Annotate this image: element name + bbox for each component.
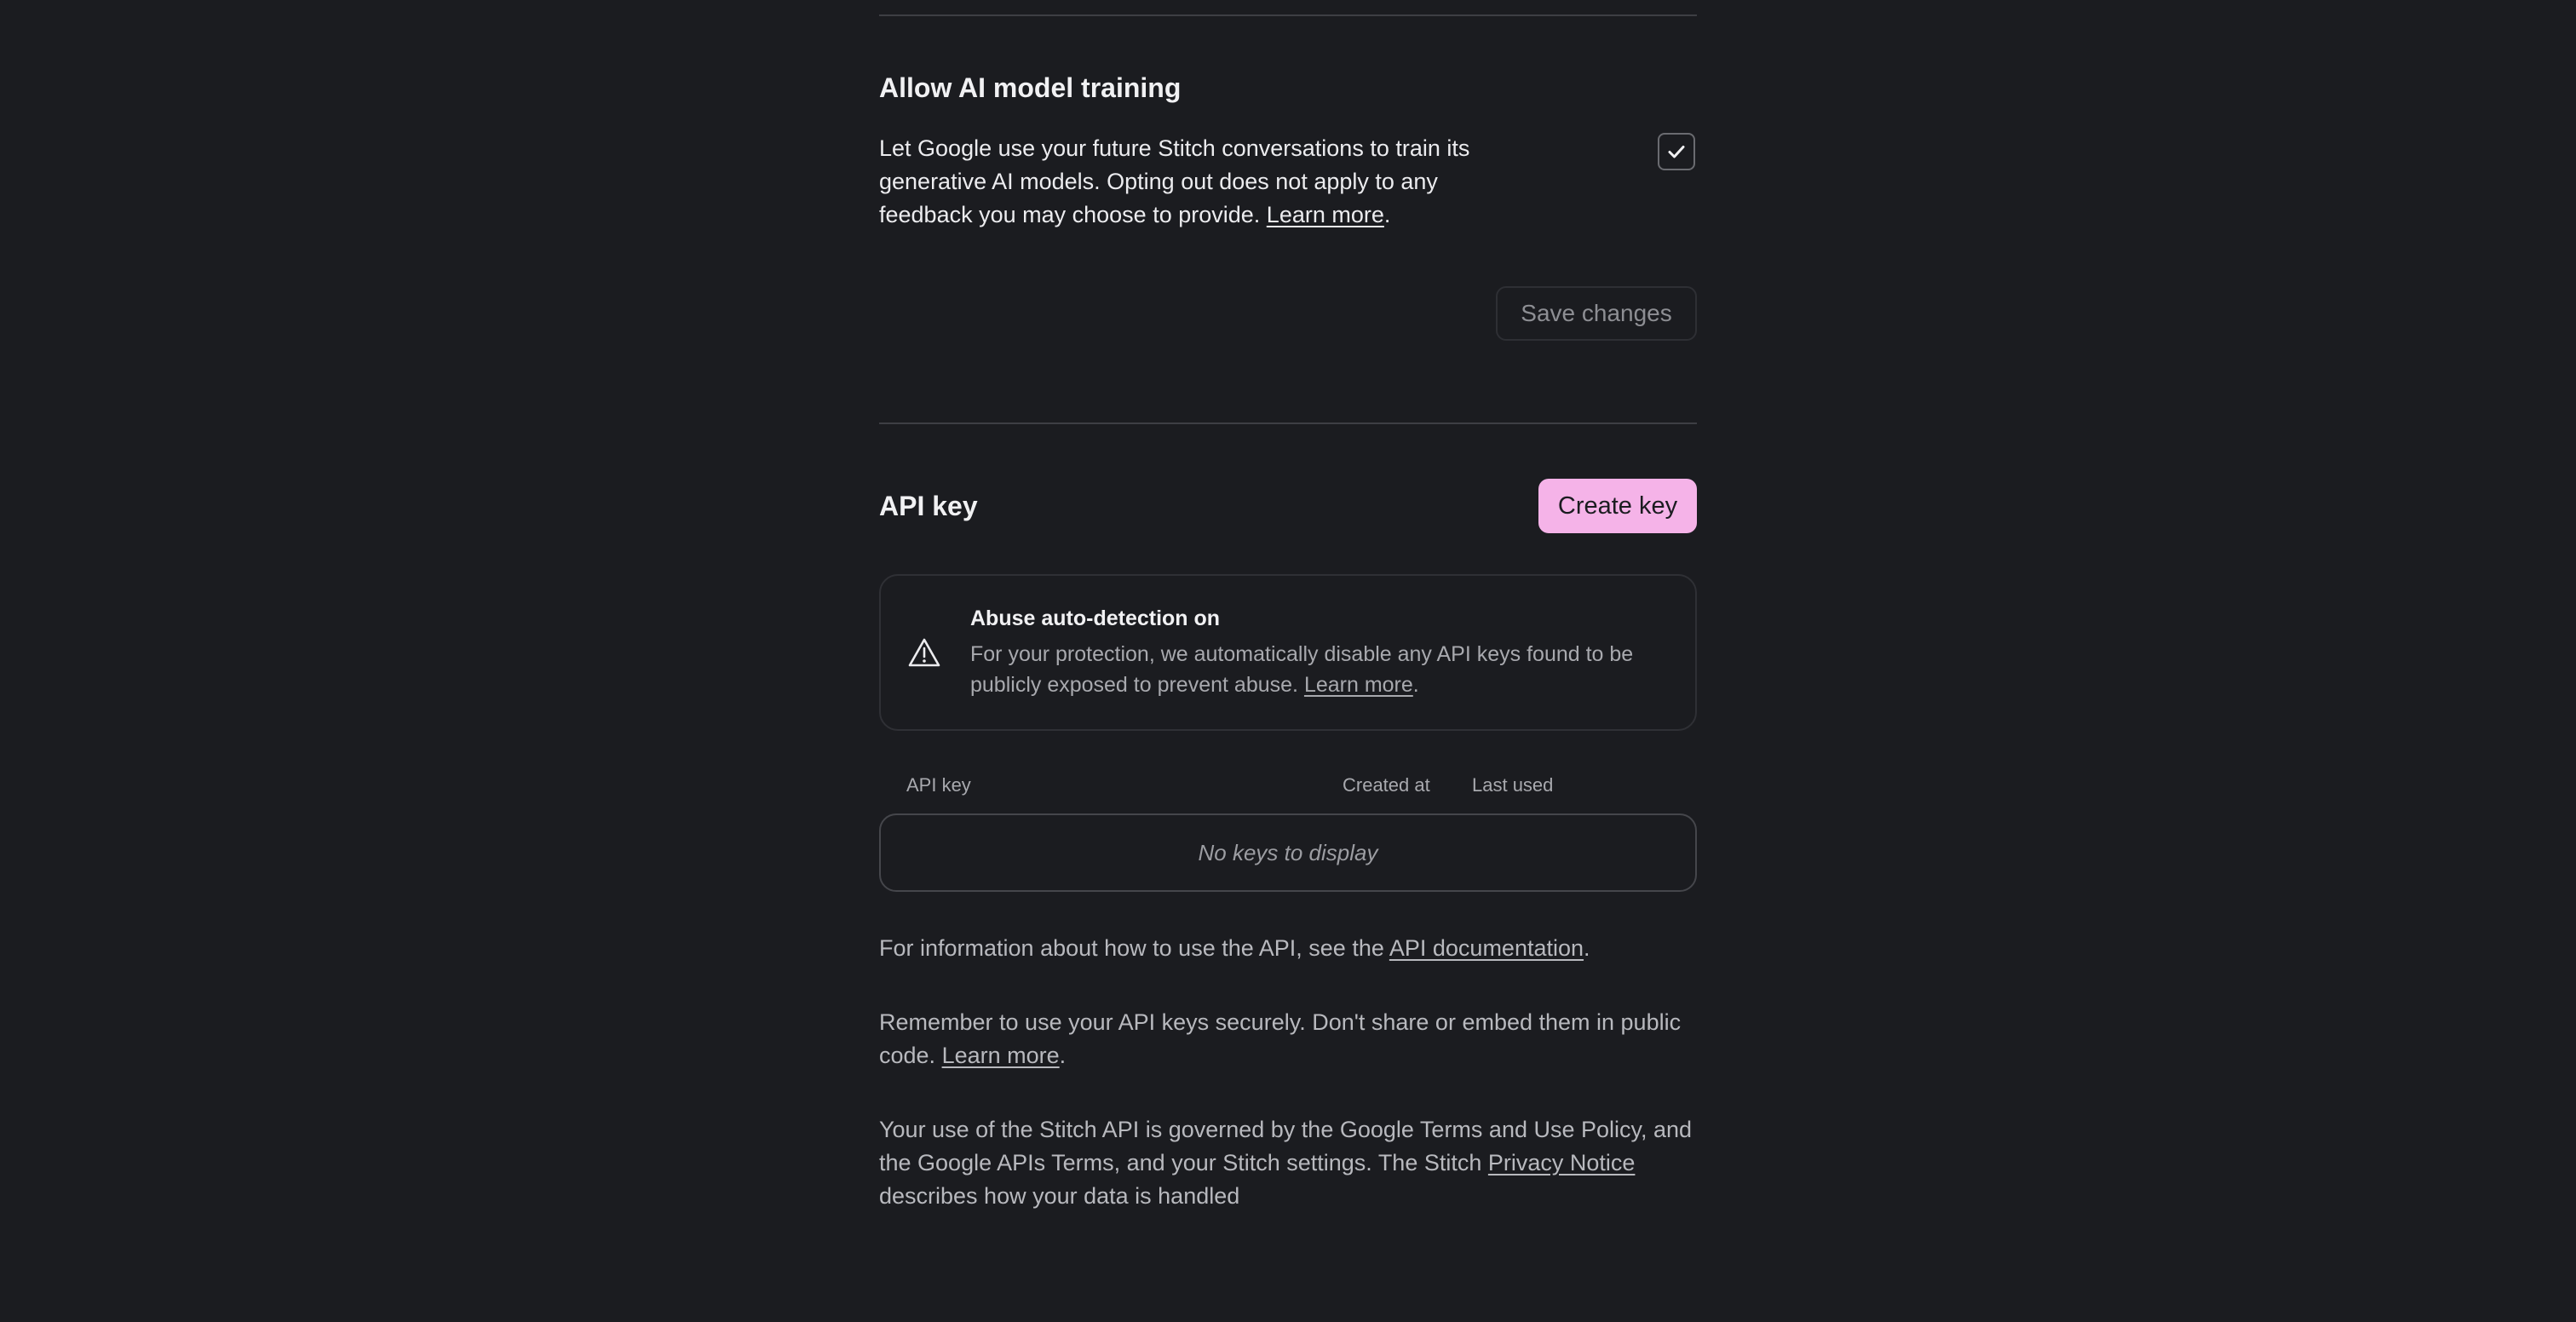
ai-training-checkbox[interactable] bbox=[1658, 133, 1695, 170]
section-divider bbox=[879, 422, 1697, 424]
security-paragraph: Remember to use your API keys securely. … bbox=[879, 1006, 1697, 1072]
ai-training-learn-more-link[interactable]: Learn more bbox=[1267, 202, 1384, 227]
ai-training-heading: Allow AI model training bbox=[879, 72, 1182, 103]
notice-title: Abuse auto-detection on bbox=[970, 606, 1221, 630]
column-header-api-key: API key bbox=[906, 774, 971, 796]
settings-page: Allow AI model training Let Google use y… bbox=[0, 0, 2576, 1322]
top-divider bbox=[879, 14, 1697, 16]
notice-body-text: For your protection, we automatically di… bbox=[970, 642, 1634, 697]
security-period: . bbox=[1059, 1043, 1067, 1068]
save-changes-button[interactable]: Save changes bbox=[1496, 286, 1697, 341]
api-info-text: For information about how to use the API… bbox=[879, 935, 1384, 961]
privacy-notice-link[interactable]: Privacy Notice bbox=[1488, 1150, 1636, 1175]
terms-paragraph: Your use of the Stitch API is governed b… bbox=[879, 1113, 1697, 1213]
column-header-created-at: Created at bbox=[1343, 774, 1430, 796]
api-keys-table-empty: No keys to display bbox=[879, 813, 1697, 892]
api-documentation-link[interactable]: API documentation bbox=[1389, 935, 1584, 961]
notice-body: For your protection, we automatically di… bbox=[970, 639, 1669, 700]
api-key-heading: API key bbox=[879, 491, 978, 521]
notice-learn-more-link[interactable]: Learn more bbox=[1304, 673, 1413, 697]
ai-training-description: Let Google use your future Stitch conver… bbox=[879, 132, 1509, 232]
terms-suffix: describes how your data is handled bbox=[879, 1183, 1240, 1209]
column-header-last-used: Last used bbox=[1472, 774, 1554, 796]
empty-state-text: No keys to display bbox=[1198, 839, 1378, 865]
ai-training-period: . bbox=[1383, 202, 1391, 227]
api-info-period: . bbox=[1584, 935, 1590, 961]
warning-icon bbox=[908, 638, 940, 667]
abuse-detection-notice: Abuse auto-detection on For your protect… bbox=[879, 574, 1697, 731]
checkmark-icon bbox=[1668, 146, 1685, 158]
security-learn-more-link[interactable]: Learn more bbox=[942, 1043, 1060, 1068]
api-info-paragraph: For information about how to use the API… bbox=[879, 932, 1697, 965]
create-key-button[interactable]: Create key bbox=[1538, 479, 1697, 533]
notice-period: . bbox=[1412, 673, 1419, 697]
